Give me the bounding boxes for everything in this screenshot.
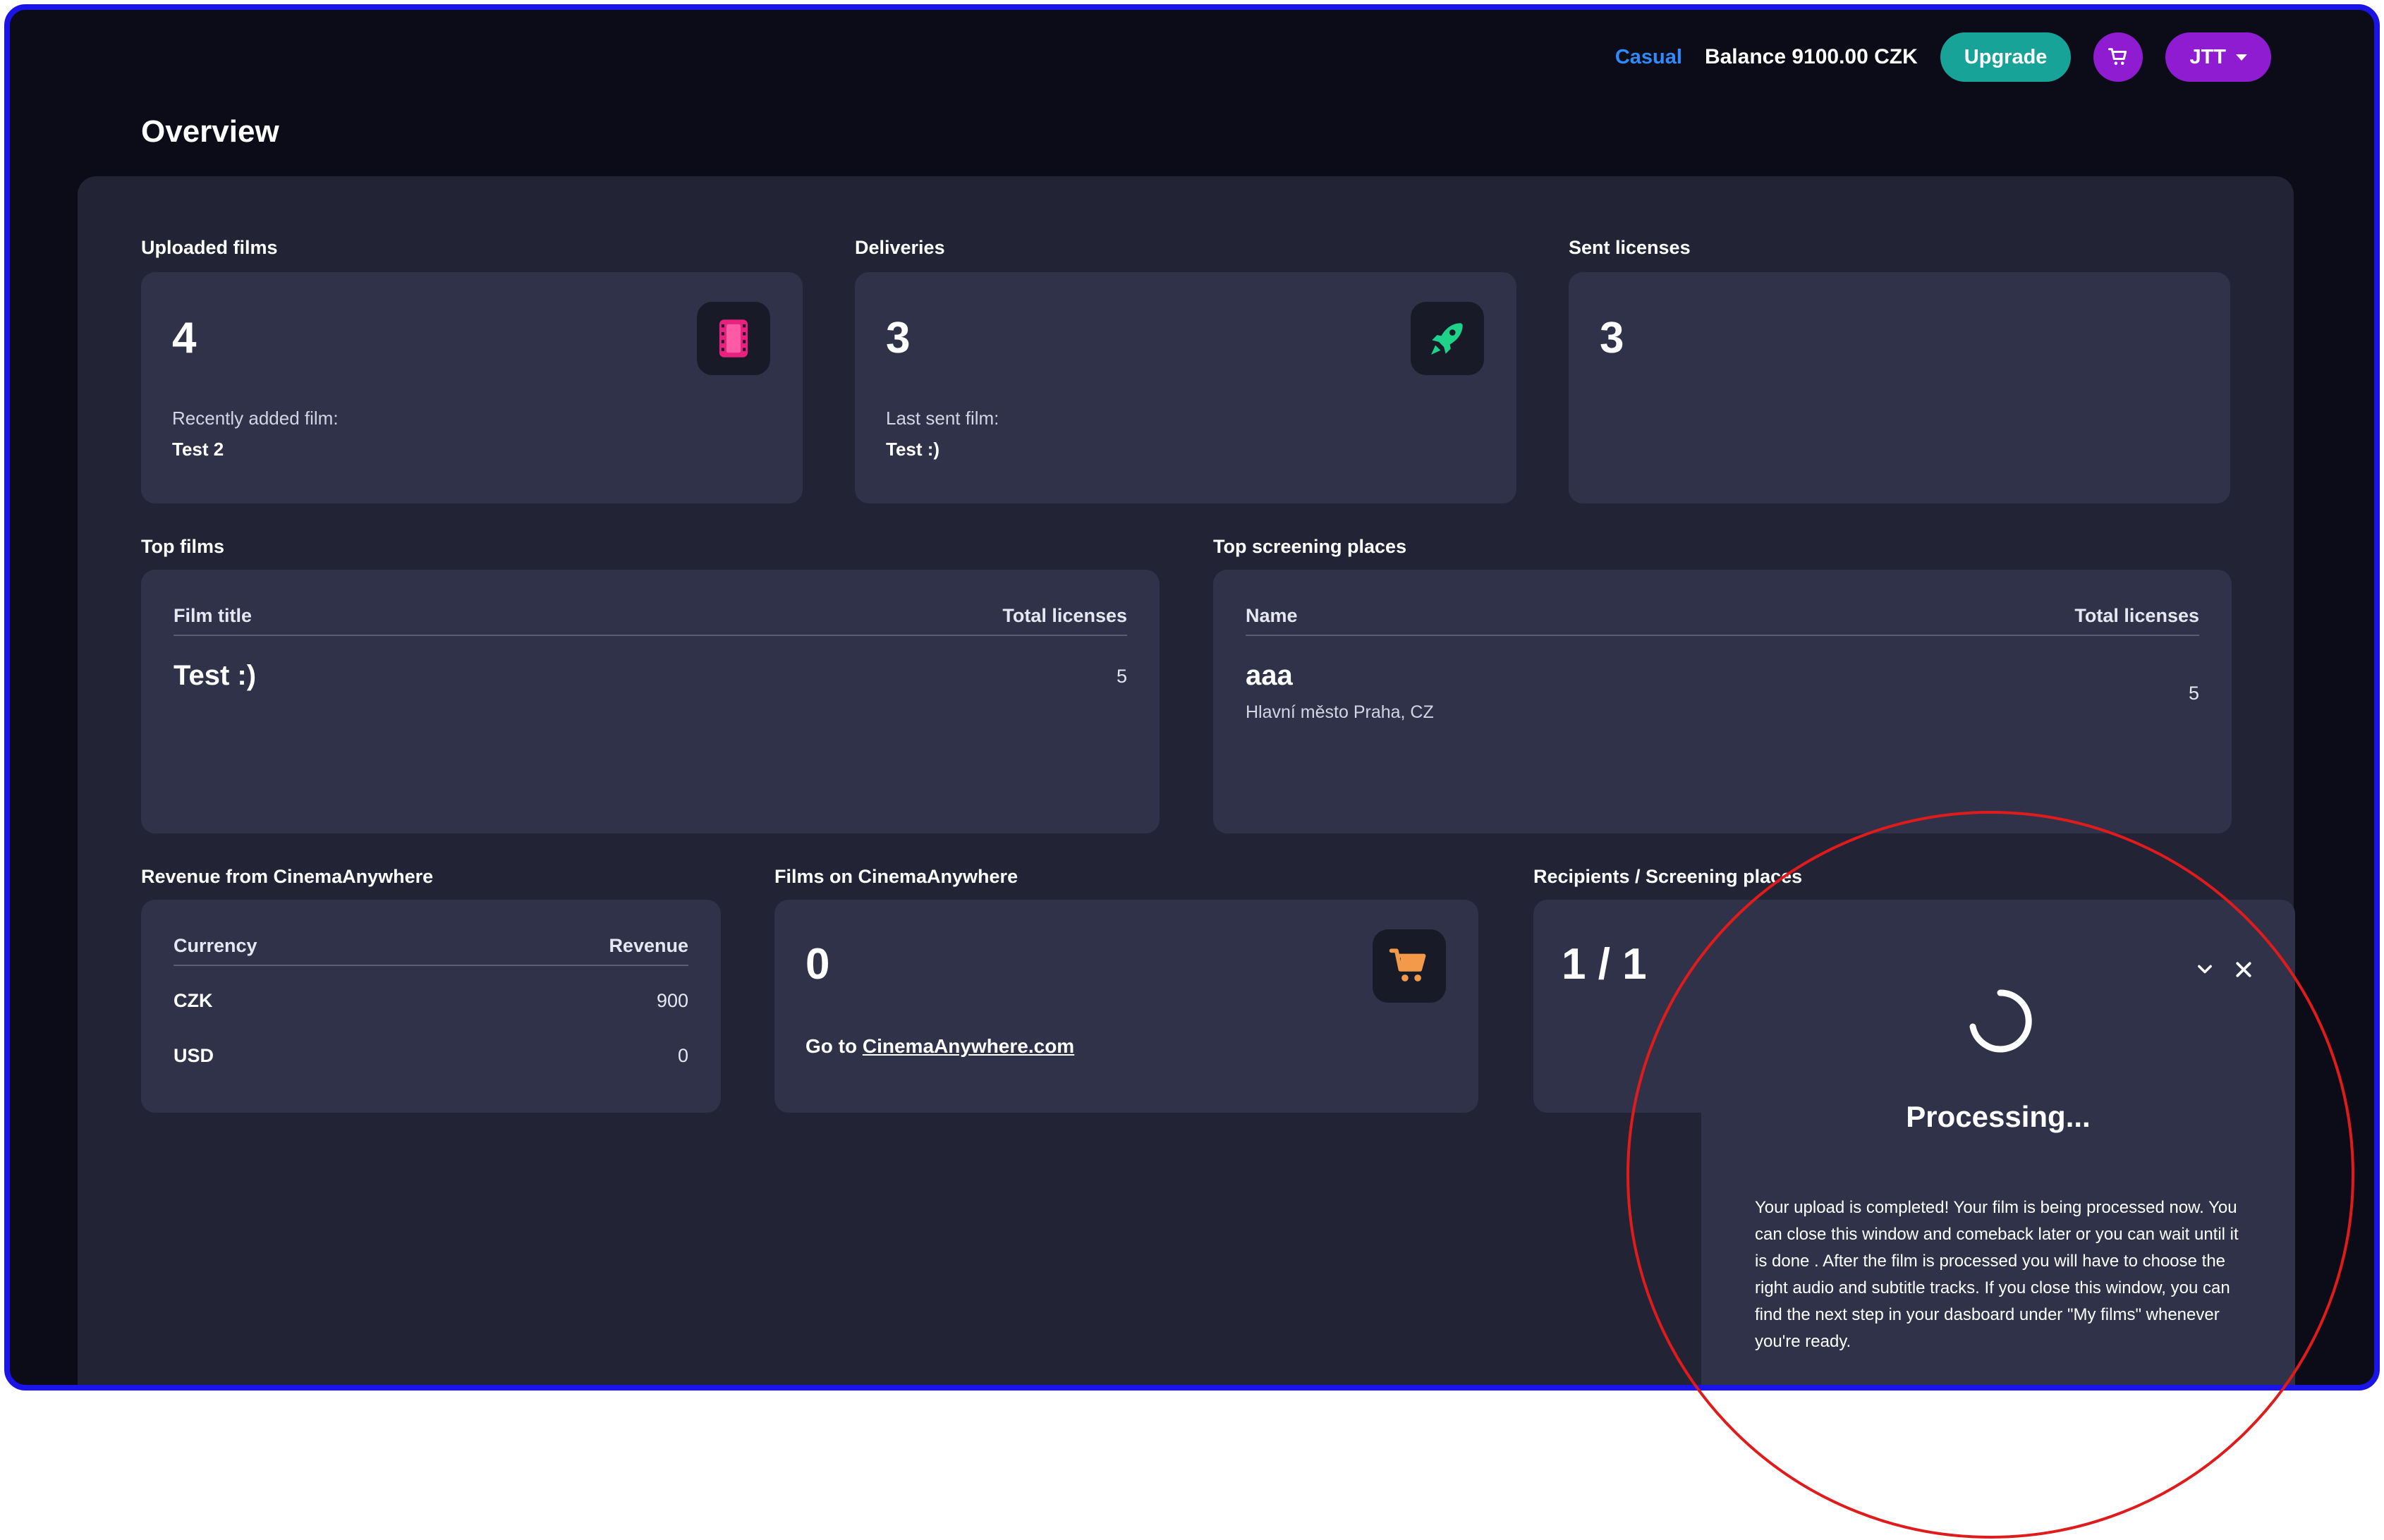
cart-button[interactable] <box>2093 32 2143 82</box>
col-revenue: Revenue <box>609 935 688 956</box>
spinner-icon <box>1969 989 2032 1053</box>
cart-icon <box>1389 948 1426 982</box>
popup-message: Your upload is completed! Your film is b… <box>1755 1198 2239 1351</box>
table-row-place-location: Hlavní město Praha, CZ <box>1246 702 1434 722</box>
table-divider <box>1246 635 2199 636</box>
recent-film-value[interactable]: Test 2 <box>172 439 224 460</box>
sent-licenses-label: Sent licenses <box>1569 237 1691 258</box>
table-divider <box>174 635 1127 636</box>
table-row-film-total: 5 <box>1116 666 1127 687</box>
sent-licenses-card[interactable]: 3 <box>1569 272 2230 503</box>
recent-film-label: Recently added film: <box>172 408 339 429</box>
upgrade-button[interactable]: Upgrade <box>1940 32 2072 82</box>
table-row-place-total: 5 <box>2188 683 2199 704</box>
table-row-currency: USD <box>174 1045 214 1066</box>
user-menu-button[interactable]: JTT <box>2165 32 2271 82</box>
deliveries-card[interactable]: 3 Last sent film: Test :) <box>855 272 1516 503</box>
col-film-title: Film title <box>174 605 253 626</box>
revenue-label: Revenue from CinemaAnywhere <box>141 866 434 887</box>
uploaded-films-card[interactable]: 4 Recently added film: Test 2 <box>141 272 803 503</box>
deliveries-label: Deliveries <box>855 237 945 258</box>
chevron-down-icon <box>2236 54 2247 61</box>
last-sent-value[interactable]: Test :) <box>886 439 939 460</box>
last-sent-label: Last sent film: <box>886 408 999 429</box>
collapse-chevron-icon[interactable] <box>2195 960 2215 979</box>
table-divider <box>174 965 688 966</box>
close-icon[interactable] <box>2233 959 2254 980</box>
user-menu-label: JTT <box>2189 45 2226 68</box>
rocket-icon-tile <box>1411 302 1484 375</box>
sent-licenses-count: 3 <box>1600 314 1624 362</box>
films-ca-label: Films on CinemaAnywhere <box>774 866 1018 887</box>
top-films-card: Film title Total licenses Test :) 5 <box>141 570 1160 833</box>
popup-title: Processing... <box>1906 1100 2091 1133</box>
uploaded-films-count: 4 <box>172 314 197 362</box>
top-films-label: Top films <box>141 536 224 557</box>
top-places-label: Top screening places <box>1213 536 1407 557</box>
films-ca-count: 0 <box>805 940 830 989</box>
film-strip-icon <box>719 319 748 358</box>
col-place-total: Total licenses <box>2074 605 2199 626</box>
app-window: Casual Balance 9100.00 CZK Upgrade JTT O… <box>4 4 2380 1391</box>
recipients-label: Recipients / Screening places <box>1533 866 1803 887</box>
table-row-place-name[interactable]: aaa <box>1246 660 1293 692</box>
table-row-currency: CZK <box>174 990 213 1011</box>
recipients-value: 1 / 1 <box>1562 940 1647 989</box>
col-total-licenses: Total licenses <box>1002 605 1127 626</box>
col-place-name: Name <box>1246 605 1298 626</box>
processing-popup: Processing... Your upload is completed! … <box>1701 915 2295 1385</box>
table-row-revenue: 900 <box>656 990 688 1011</box>
uploaded-films-label: Uploaded films <box>141 237 278 258</box>
rocket-icon <box>1431 323 1463 355</box>
revenue-card: Currency Revenue CZK 900 USD 0 <box>141 900 721 1113</box>
col-currency: Currency <box>174 935 257 956</box>
cart-icon-tile <box>1373 929 1446 1003</box>
balance-text: Balance 9100.00 CZK <box>1704 45 1918 68</box>
deliveries-count: 3 <box>886 314 911 362</box>
films-ca-card: 0 Go to CinemaAnywhere.com <box>774 900 1478 1113</box>
film-icon-tile <box>697 302 770 375</box>
table-row-revenue: 0 <box>677 1045 688 1066</box>
popup-controls <box>2195 959 2254 980</box>
plan-badge[interactable]: Casual <box>1615 46 1682 69</box>
top-places-card: Name Total licenses aaa Hlavní město Pra… <box>1213 570 2232 833</box>
goto-cinemaanywhere: Go to CinemaAnywhere.com <box>805 1035 1074 1058</box>
goto-prefix: Go to <box>805 1035 858 1057</box>
shopping-cart-icon <box>2108 48 2127 65</box>
page-title: Overview <box>141 114 279 149</box>
top-bar: Casual Balance 9100.00 CZK Upgrade JTT <box>1615 32 2271 82</box>
table-row-film-title[interactable]: Test :) <box>174 660 256 692</box>
upgrade-button-label: Upgrade <box>1964 45 2048 68</box>
cinemaanywhere-link[interactable]: CinemaAnywhere.com <box>863 1035 1074 1057</box>
